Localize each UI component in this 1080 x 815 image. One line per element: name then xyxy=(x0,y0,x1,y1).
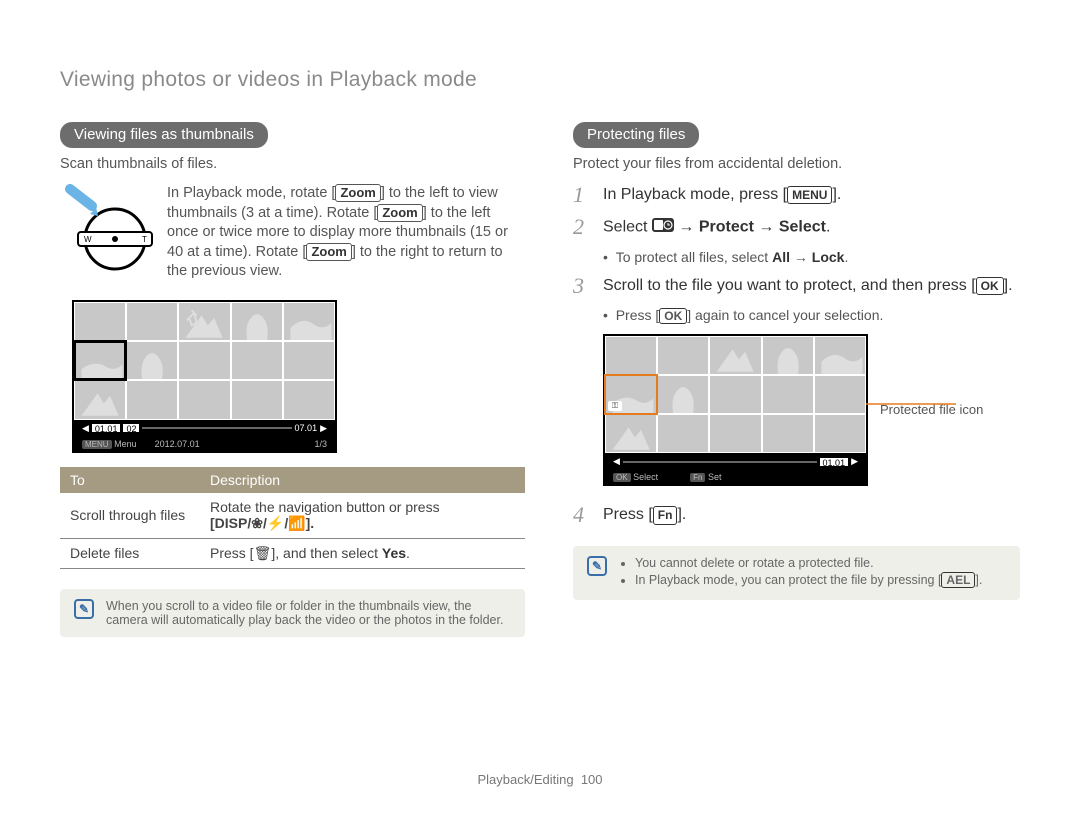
illus-date: 2012.07.01 xyxy=(155,439,200,449)
step-2-text: Select → Protect → Select. xyxy=(603,216,830,239)
td-delete: Delete files xyxy=(60,538,200,568)
note-box-right: ✎ You cannot delete or rotate a protecte… xyxy=(573,546,1020,600)
illus-menu-label: Menu xyxy=(114,439,137,449)
step-number-2: 2 xyxy=(573,216,591,238)
timeline-right-arrow: ▶ xyxy=(320,423,327,434)
ael-button-label: AEL xyxy=(941,572,975,588)
timeline-seg-2: 02 xyxy=(123,424,139,432)
step-4-text: Press [Fn]. xyxy=(603,504,686,526)
ok-button-label: OK xyxy=(659,308,687,324)
zoom-button-label: Zoom xyxy=(377,204,422,222)
menu-button-label: MENU xyxy=(787,186,832,204)
thumbnail-grid-illustration: ◀ 01.01 02 07.01 ▶ MENU Menu 2012.07.01 … xyxy=(72,300,337,453)
timeline-left-arrow: ◀ xyxy=(82,423,89,434)
svg-text:W: W xyxy=(84,235,92,244)
timeline-end: 07.01 xyxy=(295,423,318,433)
step-number-3: 3 xyxy=(573,275,591,297)
step-1-text: In Playback mode, press [MENU]. xyxy=(603,184,841,206)
section-heading-protecting: Protecting files xyxy=(573,122,699,148)
page-footer: Playback/Editing 100 xyxy=(0,772,1080,787)
zoom-button-label: Zoom xyxy=(306,243,351,261)
note-icon: ✎ xyxy=(587,556,607,576)
illus-page: 1/3 xyxy=(314,439,327,449)
controls-table: To Description Scroll through files Rota… xyxy=(60,467,525,569)
note-right-1: You cannot delete or rotate a protected … xyxy=(635,556,982,570)
note-text: When you scroll to a video file or folde… xyxy=(106,599,511,627)
note-icon: ✎ xyxy=(74,599,94,619)
ok-button-label: OK xyxy=(976,277,1004,295)
svg-text:T: T xyxy=(142,235,147,244)
zoom-instructions: In Playback mode, rotate [Zoom] to the l… xyxy=(167,184,525,282)
note-box-left: ✎ When you scroll to a video file or fol… xyxy=(60,589,525,637)
note-right-2: In Playback mode, you can protect the fi… xyxy=(635,572,982,588)
section-sub-thumbnails: Scan thumbnails of files. xyxy=(60,156,525,172)
section-heading-thumbnails: Viewing files as thumbnails xyxy=(60,122,268,148)
trash-icon: 🗑 xyxy=(254,545,272,561)
timeline-seg-1: 01.01 xyxy=(92,424,121,432)
th-to: To xyxy=(60,467,200,493)
protect-grid-illustration: ⚿ ◀ 01.01 ▶ xyxy=(603,334,868,487)
timeline-end-right: 01.01 xyxy=(820,458,849,466)
step-number-1: 1 xyxy=(573,184,591,206)
left-column: Viewing files as thumbnails Scan thumbna… xyxy=(60,122,525,637)
zoom-dial-illustration: W T xyxy=(60,184,155,274)
step-2-sub: • To protect all files, select All → Loc… xyxy=(603,249,1020,265)
right-column: Protecting files Protect your files from… xyxy=(573,122,1020,637)
illus-select-label: Select xyxy=(633,472,658,482)
step-3-sub: • Press [OK] again to cancel your select… xyxy=(603,307,1020,324)
section-sub-protecting: Protect your files from accidental delet… xyxy=(573,156,1020,172)
th-description: Description xyxy=(200,467,525,493)
page-title: Viewing photos or videos in Playback mod… xyxy=(60,68,1020,92)
fn-button-label: Fn xyxy=(653,506,678,524)
step-3-text: Scroll to the file you want to protect, … xyxy=(603,275,1013,297)
zoom-button-label: Zoom xyxy=(335,184,380,202)
step-number-4: 4 xyxy=(573,504,591,526)
td-scroll-desc: Rotate the navigation button or press [D… xyxy=(200,493,525,539)
td-delete-desc: Press [🗑], and then select Yes. xyxy=(200,538,525,568)
folder-icon xyxy=(652,216,674,239)
td-scroll: Scroll through files xyxy=(60,493,200,539)
illus-set-label: Set xyxy=(708,472,722,482)
